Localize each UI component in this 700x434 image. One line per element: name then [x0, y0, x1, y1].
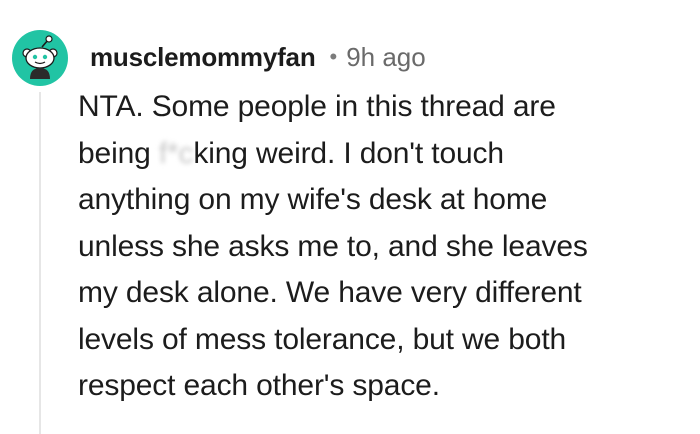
- comment-line: levels of mess tolerance, but we both: [78, 322, 567, 356]
- comment-line: unless she asks me to, and she leaves: [78, 229, 588, 263]
- timestamp: 9h ago: [346, 41, 426, 72]
- username-link[interactable]: musclemommyfan: [90, 42, 316, 73]
- comment-body: NTA. Some people in this thread are bein…: [78, 84, 690, 410]
- comment-line: being f*cking weird. I don't touch: [78, 131, 690, 178]
- avatar[interactable]: [12, 30, 68, 86]
- snoo-avatar-icon: [22, 35, 58, 79]
- comment-line: NTA. Some people in this thread are: [78, 90, 556, 123]
- censored-word: f*c: [158, 136, 194, 170]
- comment-header: musclemommyfan • 9h ago: [90, 36, 426, 78]
- comment-line: my desk alone. We have very different: [78, 276, 582, 309]
- comment-line: respect each other's space.: [78, 369, 440, 402]
- thread-line[interactable]: [39, 92, 41, 434]
- comment-line: anything on my wife's desk at home: [78, 183, 548, 216]
- separator-dot: •: [329, 44, 338, 69]
- comment: musclemommyfan • 9h ago NTA. Some people…: [0, 0, 700, 434]
